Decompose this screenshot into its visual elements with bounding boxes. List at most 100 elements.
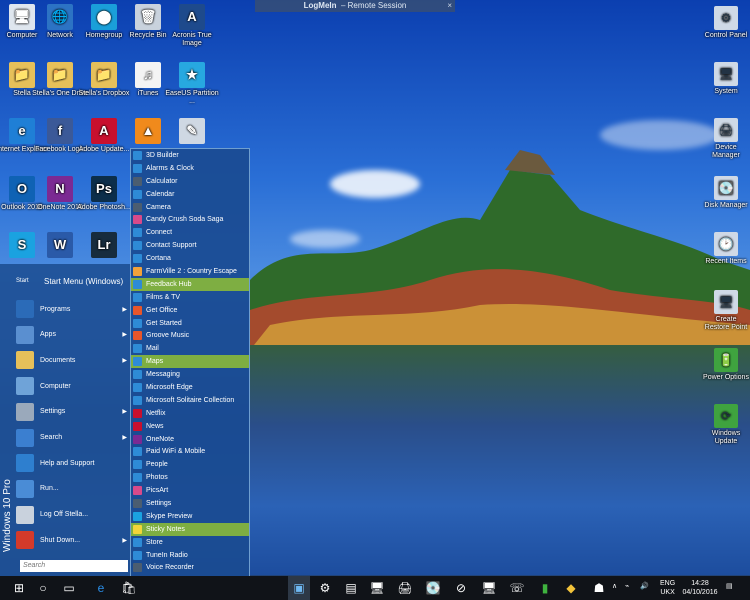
app-menu-item[interactable]: FarmVille 2 : Country Escape xyxy=(131,265,249,278)
clock[interactable]: 14:28 04/10/2016 xyxy=(680,579,720,597)
network-icon[interactable]: ⌁ xyxy=(625,582,629,591)
desktop-icon[interactable]: ✎ xyxy=(164,118,220,146)
app-menu-item[interactable]: Calculator xyxy=(131,175,249,188)
start-item[interactable]: Run... xyxy=(16,478,130,500)
app-menu-item[interactable]: OneNote xyxy=(131,433,249,446)
app-menu-item[interactable]: Get Office xyxy=(131,304,249,317)
computer-icon[interactable]: ▤ xyxy=(340,576,362,600)
start-item[interactable]: Shut Down... ▶ xyxy=(16,529,130,551)
app-label: Voice Recorder xyxy=(146,564,194,572)
app-menu-item[interactable]: Settings xyxy=(131,497,249,510)
start-item[interactable]: Apps ▶ xyxy=(16,324,130,346)
desktop-icon[interactable]: 💽 Disk Manager xyxy=(703,176,749,210)
app-icon: Lr xyxy=(91,232,117,258)
app-menu-item[interactable]: Paid WiFi & Mobile xyxy=(131,445,249,458)
app-menu-item[interactable]: Messaging xyxy=(131,368,249,381)
app-menu-item[interactable]: Groove Music xyxy=(131,329,249,342)
app-menu-item[interactable]: Cortana xyxy=(131,252,249,265)
chevron-up-icon[interactable]: ∧ xyxy=(612,582,617,591)
app-icon xyxy=(133,344,142,354)
app-menu-item[interactable]: Connect xyxy=(131,226,249,239)
start-item[interactable]: Settings ▶ xyxy=(16,401,130,423)
desktop-icon[interactable]: 🖥 System xyxy=(703,62,749,96)
start-item[interactable]: Documents ▶ xyxy=(16,349,130,371)
windows-edition: Windows 10 Pro xyxy=(2,479,13,552)
device-icon[interactable]: 🖨 xyxy=(394,576,416,600)
disk-icon[interactable]: 💽 xyxy=(422,576,444,600)
app-menu-item[interactable]: 3D Builder xyxy=(131,149,249,162)
app-menu-item[interactable]: Store xyxy=(131,536,249,549)
volume-icon[interactable]: 🔊 xyxy=(640,582,649,591)
language-indicator[interactable]: ENG UKX xyxy=(660,579,675,597)
start-item[interactable]: Computer xyxy=(16,375,130,397)
update-icon[interactable]: ◆ xyxy=(560,576,582,600)
app-label: Candy Crush Soda Saga xyxy=(146,216,224,224)
chevron-right-icon: ▶ xyxy=(122,435,127,441)
app-menu-item[interactable]: Maps xyxy=(131,355,249,369)
app-label: Contact Support xyxy=(146,242,197,250)
desktop-icon[interactable]: 🕑 Recent Items xyxy=(703,232,749,266)
app-menu-item[interactable]: Netflix xyxy=(131,407,249,420)
app-menu-item[interactable]: TuneIn Radio xyxy=(131,549,249,562)
app-menu-item[interactable]: Films & TV xyxy=(131,291,249,304)
app-icon xyxy=(133,318,142,328)
app-menu-item[interactable]: Alarms & Clock xyxy=(131,162,249,175)
gear-icon[interactable]: ⚙ xyxy=(314,576,336,600)
store-icon[interactable]: 🛍 xyxy=(118,576,140,600)
app-menu-item[interactable]: Contact Support xyxy=(131,239,249,252)
start-button[interactable]: ⊞ xyxy=(8,576,30,600)
app-menu-item[interactable]: Calendar xyxy=(131,188,249,201)
app-icon: 🖨 xyxy=(714,118,738,142)
taskbar-app-icon[interactable]: ▣ xyxy=(288,576,310,600)
start-menu-header[interactable]: Start Start Menu (Windows) xyxy=(16,266,130,296)
power-icon[interactable]: ▮ xyxy=(534,576,556,600)
app-menu-item[interactable]: Candy Crush Soda Saga xyxy=(131,213,249,226)
app-menu-item[interactable]: Camera xyxy=(131,201,249,214)
task-view-icon[interactable]: ▭ xyxy=(58,576,80,600)
desktop-icon[interactable]: 🔋 Power Options xyxy=(703,348,749,382)
app-menu-item[interactable]: PicsArt xyxy=(131,484,249,497)
system-icon[interactable]: 🖥 xyxy=(366,576,388,600)
app-icon[interactable]: ☗ xyxy=(588,576,610,600)
desktop-icon[interactable]: A Acronis True Image xyxy=(164,4,220,48)
app-menu-item[interactable]: Sticky Notes xyxy=(131,522,249,536)
start-item[interactable]: Programs ▶ xyxy=(16,298,130,320)
edge-icon[interactable]: e xyxy=(90,576,112,600)
app-menu-item[interactable]: Microsoft Solitaire Collection xyxy=(131,394,249,407)
app-menu-item[interactable]: News xyxy=(131,420,249,433)
start-item[interactable]: Help and Support xyxy=(16,452,130,474)
app-menu-item[interactable]: Mail xyxy=(131,342,249,355)
desktop-icon[interactable]: 🖨 Device Manager xyxy=(703,118,749,160)
forest-hill xyxy=(250,150,750,350)
start-item[interactable]: Search ▶ xyxy=(16,427,130,449)
app-menu-item[interactable]: Skype Preview xyxy=(131,510,249,523)
time-label: 14:28 xyxy=(691,580,709,587)
desktop-icon[interactable]: ★ EaseUS Partition ... xyxy=(164,62,220,106)
app-menu-item[interactable]: Feedback Hub xyxy=(131,277,249,291)
search-icon[interactable]: ○ xyxy=(32,576,54,600)
desktop-icon[interactable]: 🖥 Create Restore Point xyxy=(703,290,749,332)
desktop-icon[interactable]: Ps Adobe Photosh... xyxy=(76,176,132,212)
app-menu-item[interactable]: Get Started xyxy=(131,317,249,330)
edition-label: Windows 10 Pro xyxy=(0,432,14,552)
app-menu-item[interactable]: Photos xyxy=(131,471,249,484)
app-menu-item[interactable]: Voice Recorder xyxy=(131,562,249,575)
app-menu-item[interactable]: People xyxy=(131,458,249,471)
menu-item-icon xyxy=(16,300,34,318)
notification-icon[interactable]: ▤ xyxy=(726,582,733,591)
phone-icon[interactable]: ☏ xyxy=(506,576,528,600)
app-label: PicsArt xyxy=(146,487,169,495)
close-icon[interactable]: × xyxy=(447,0,452,12)
search-input[interactable]: Search xyxy=(20,560,128,572)
desktop-icon[interactable]: ⚙ Control Panel xyxy=(703,6,749,40)
app-icon xyxy=(133,176,142,186)
clock-icon[interactable]: ⊘ xyxy=(450,576,472,600)
start-item[interactable]: Log Off Stella... xyxy=(16,504,130,526)
desktop-icon-label: Adobe Update... xyxy=(78,146,130,153)
desktop-icon[interactable]: ⟳ Windows Update xyxy=(703,404,749,446)
app-label: Skype Preview xyxy=(146,512,193,520)
restore-icon[interactable]: 🖥 xyxy=(478,576,500,600)
app-menu-item[interactable]: Microsoft Edge xyxy=(131,381,249,394)
desktop-icon[interactable]: Lr xyxy=(76,232,132,260)
app-icon xyxy=(133,434,142,444)
